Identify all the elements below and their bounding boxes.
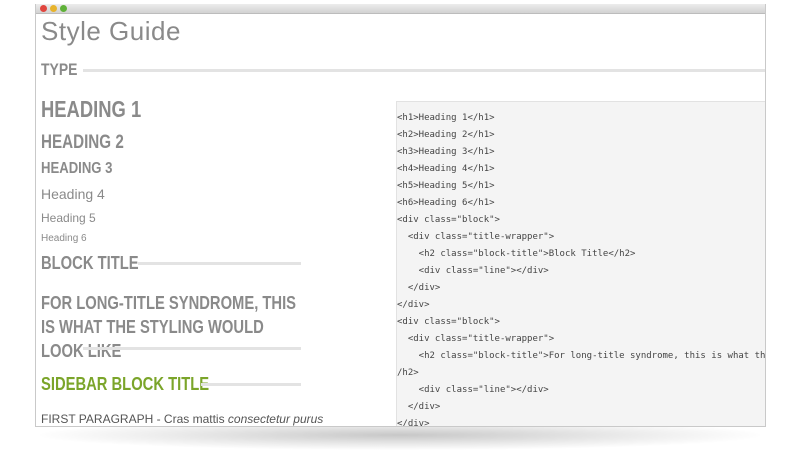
- sidebar-title-line: [201, 383, 301, 386]
- long-title-sample: FOR LONG-TITLE SYNDROME, THIS IS WHAT TH…: [41, 293, 297, 361]
- code-line: <div class="title-wrapper">: [397, 232, 555, 242]
- heading-6-sample: Heading 6: [41, 233, 87, 244]
- minimize-window-button[interactable]: [50, 5, 57, 12]
- code-line: <h5>Heading 5</h1>: [397, 181, 495, 191]
- code-line: <h2 class="block-title">For long-title s…: [397, 351, 766, 361]
- code-line: </div>: [397, 402, 441, 412]
- code-line: </div>: [397, 419, 430, 427]
- code-line: <h2>Heading 2</h1>: [397, 130, 495, 140]
- code-line: <div class="title-wrapper">: [397, 334, 555, 344]
- code-line: </div>: [397, 283, 441, 293]
- code-line: /h2>: [397, 368, 419, 378]
- first-paragraph-emphasis: consectetur purus: [227, 412, 324, 426]
- block-title-line: [138, 262, 301, 265]
- first-paragraph-text: FIRST PARAGRAPH - Cras mattis: [41, 412, 228, 426]
- code-line: <h6>Heading 6</h1>: [397, 198, 495, 208]
- code-line: <h1>Heading 1</h1>: [397, 113, 495, 123]
- heading-2-sample: HEADING 2: [41, 132, 124, 153]
- close-window-button[interactable]: [40, 5, 47, 12]
- sidebar-block-title-sample: SIDEBAR BLOCK TITLE: [41, 374, 210, 394]
- code-line: <h4>Heading 4</h1>: [397, 164, 495, 174]
- window-titlebar: [36, 4, 765, 14]
- code-line: <div class="line"></div>: [397, 385, 549, 395]
- block-title-sample: BLOCK TITLE: [41, 253, 139, 273]
- code-line: <h3>Heading 3</h1>: [397, 147, 495, 157]
- code-line: <div class="block">: [397, 317, 500, 327]
- heading-3-sample: HEADING 3: [41, 160, 113, 177]
- style-guide-page: Style Guide TYPE HEADING 1 HEADING 2 HEA…: [41, 14, 765, 426]
- code-sample-panel[interactable]: <h1>Heading 1</h1> <h2>Heading 2</h1> <h…: [396, 101, 766, 427]
- code-line: </div>: [397, 300, 430, 310]
- code-line: <div class="block">: [397, 215, 500, 225]
- first-paragraph-sample: FIRST PARAGRAPH - Cras mattis consectetu…: [41, 412, 323, 426]
- code-line: <div class="line"></div>: [397, 266, 549, 276]
- section-divider: [83, 69, 765, 72]
- code-line: <h2 class="block-title">Block Title</h2>: [397, 249, 636, 259]
- maximize-window-button[interactable]: [60, 5, 67, 12]
- heading-1-sample: HEADING 1: [41, 96, 142, 122]
- section-label-type: TYPE: [41, 60, 78, 79]
- page-title: Style Guide: [41, 16, 181, 46]
- heading-4-sample: Heading 4: [41, 186, 105, 202]
- heading-5-sample: Heading 5: [41, 211, 96, 225]
- browser-window: Style Guide TYPE HEADING 1 HEADING 2 HEA…: [35, 4, 766, 427]
- long-title-line: [83, 347, 301, 350]
